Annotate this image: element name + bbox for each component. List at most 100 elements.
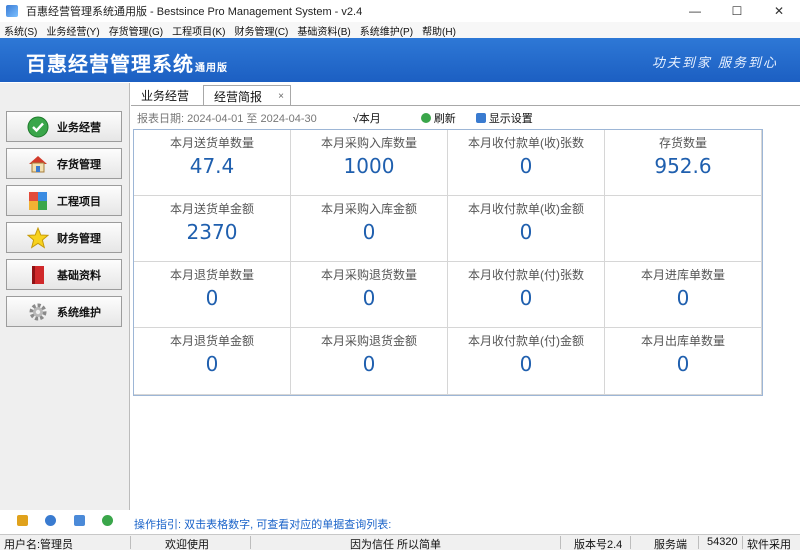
status-divider xyxy=(130,536,131,549)
gear-icon xyxy=(27,301,49,323)
star-icon xyxy=(27,226,49,249)
cell-value[interactable]: 0 xyxy=(448,220,604,244)
grid-cell[interactable]: 本月收付款单(收)金额 0 xyxy=(448,196,605,262)
grid-cell[interactable]: 本月采购入库金额 0 xyxy=(291,196,448,262)
grid-cell[interactable]: 本月收付款单(付)金额 0 xyxy=(448,328,605,395)
status-divider xyxy=(742,536,743,549)
status-divider xyxy=(698,536,699,549)
grid-cell[interactable]: 本月采购退货数量 0 xyxy=(291,262,448,328)
cell-value[interactable]: 0 xyxy=(448,352,604,376)
status-mode: 软件采用 xyxy=(747,539,791,550)
cell-value[interactable]: 0 xyxy=(605,286,761,310)
brand-title: 百惠经营管理系统通用版 xyxy=(26,48,228,77)
nav-finance-button[interactable]: 财务管理 xyxy=(6,222,122,253)
grid-cell[interactable]: 本月送货单金额 2370 xyxy=(134,196,291,262)
settings-icon xyxy=(475,113,486,123)
window-title: 百惠经营管理系统通用版 - Bestsince Pro Management S… xyxy=(26,6,363,18)
grid-cell[interactable]: 本月退货单数量 0 xyxy=(134,262,291,328)
this-month-button[interactable]: √本月 xyxy=(353,110,381,126)
grid-cell[interactable]: 本月送货单数量 47.4 xyxy=(134,130,291,196)
nav-maintenance-button[interactable]: 系统维护 xyxy=(6,296,122,327)
search-icon[interactable] xyxy=(73,514,85,526)
menu-help[interactable]: 帮助(H) xyxy=(422,23,456,38)
operation-hint: 操作指引: 双击表格数字, 可查看对应的单据查询列表: xyxy=(134,519,392,531)
close-button[interactable]: ✕ xyxy=(758,0,800,22)
tab-business[interactable]: 业务经营 xyxy=(131,85,203,106)
menu-inventory[interactable]: 存货管理(G) xyxy=(109,23,163,38)
nav-label: 财务管理 xyxy=(57,232,101,245)
cell-value[interactable]: 47.4 xyxy=(134,154,290,178)
grid-cell[interactable]: 本月收付款单(收)张数 0 xyxy=(448,130,605,196)
grid-cell[interactable]: 本月出库单数量 0 xyxy=(605,328,762,395)
grid-cell-empty xyxy=(605,196,762,262)
pencil-icon[interactable] xyxy=(16,514,28,526)
menu-business[interactable]: 业务经营(Y) xyxy=(46,23,99,38)
brand-name: 百惠经营管理系统 xyxy=(26,54,194,76)
left-nav: 业务经营 存货管理 工程项目 财务管理 基础资料 系统维护 xyxy=(0,83,130,526)
title-bar: 百惠经营管理系统通用版 - Bestsince Pro Management S… xyxy=(0,0,800,22)
cell-value[interactable]: 2370 xyxy=(134,220,290,244)
grid-cell[interactable]: 本月进库单数量 0 xyxy=(605,262,762,328)
cell-label: 本月采购入库金额 xyxy=(320,202,417,216)
display-settings-label: 显示设置 xyxy=(488,113,533,125)
clock-icon[interactable] xyxy=(45,514,57,526)
cell-value[interactable]: 0 xyxy=(448,286,604,310)
cell-value[interactable]: 0 xyxy=(448,154,604,178)
status-welcome: 欢迎使用 xyxy=(165,539,209,550)
display-settings-button[interactable]: 显示设置 xyxy=(475,110,533,126)
exit-icon[interactable] xyxy=(102,514,114,526)
cell-label: 本月采购退货金额 xyxy=(320,334,417,348)
menu-system[interactable]: 系统(S) xyxy=(4,23,37,38)
menu-basic-data[interactable]: 基础资料(B) xyxy=(297,23,350,38)
cell-value[interactable]: 0 xyxy=(291,286,447,310)
cell-value[interactable]: 952.6 xyxy=(605,154,761,178)
nav-label: 存货管理 xyxy=(57,158,101,171)
refresh-label: 刷新 xyxy=(433,113,456,125)
cell-value[interactable]: 0 xyxy=(134,286,290,310)
nav-business-button[interactable]: 业务经营 xyxy=(6,111,122,142)
check-circle-icon xyxy=(27,116,49,138)
nav-projects-button[interactable]: 工程项目 xyxy=(6,185,122,216)
minimize-button[interactable]: — xyxy=(674,0,716,22)
close-tab-icon[interactable]: × xyxy=(278,91,284,102)
maximize-button[interactable]: ☐ xyxy=(716,0,758,22)
grid-cell[interactable]: 本月采购退货金额 0 xyxy=(291,328,448,395)
summary-grid: 本月送货单数量 47.4 本月采购入库数量 1000 本月收付款单(收)张数 0 存货… xyxy=(133,129,763,396)
grid-cell[interactable]: 本月退货单金额 0 xyxy=(134,328,291,395)
cell-label: 本月采购入库数量 xyxy=(320,136,417,150)
cell-label: 存货数量 xyxy=(658,136,707,150)
cell-label: 本月出库单数量 xyxy=(640,334,725,348)
grid-cell[interactable]: 存货数量 952.6 xyxy=(605,130,762,196)
book-icon xyxy=(27,264,49,286)
cell-value[interactable]: 0 xyxy=(291,220,447,244)
status-version: 版本号2.4 xyxy=(574,539,623,550)
menu-finance[interactable]: 财务管理(C) xyxy=(234,23,288,38)
nav-basic-data-button[interactable]: 基础资料 xyxy=(6,259,122,290)
cell-value[interactable]: 0 xyxy=(134,352,290,376)
menu-projects[interactable]: 工程项目(K) xyxy=(172,23,225,38)
refresh-button[interactable]: 刷新 xyxy=(420,110,456,126)
cell-label: 本月送货单数量 xyxy=(169,136,254,150)
cell-label: 本月收付款单(收)张数 xyxy=(468,136,584,150)
grid-cell[interactable]: 本月收付款单(付)张数 0 xyxy=(448,262,605,328)
cell-value[interactable]: 0 xyxy=(605,352,761,376)
status-motto: 因为信任 所以简单 xyxy=(350,539,442,550)
brand-slogan: 功夫到家 服务到心 xyxy=(651,56,778,71)
cell-value[interactable]: 0 xyxy=(291,352,447,376)
cell-label: 本月退货单数量 xyxy=(169,268,254,282)
nav-label: 系统维护 xyxy=(57,306,101,319)
tab-briefing[interactable]: 经营简报 × xyxy=(203,85,291,106)
status-divider xyxy=(250,536,251,549)
cell-label: 本月采购退货数量 xyxy=(320,268,417,282)
cell-label: 本月收付款单(收)金额 xyxy=(468,202,584,216)
nav-inventory-button[interactable]: 存货管理 xyxy=(6,148,122,179)
menu-maintenance[interactable]: 系统维护(P) xyxy=(360,23,413,38)
cell-value[interactable]: 1000 xyxy=(291,154,447,178)
shortcut-icons xyxy=(0,509,130,531)
cell-label: 本月送货单金额 xyxy=(169,202,254,216)
status-user: 用户名:管理员 xyxy=(4,539,74,550)
project-icon xyxy=(27,190,49,212)
nav-label: 业务经营 xyxy=(57,121,101,134)
grid-cell[interactable]: 本月采购入库数量 1000 xyxy=(291,130,448,196)
cell-label: 本月收付款单(付)张数 xyxy=(468,268,584,282)
